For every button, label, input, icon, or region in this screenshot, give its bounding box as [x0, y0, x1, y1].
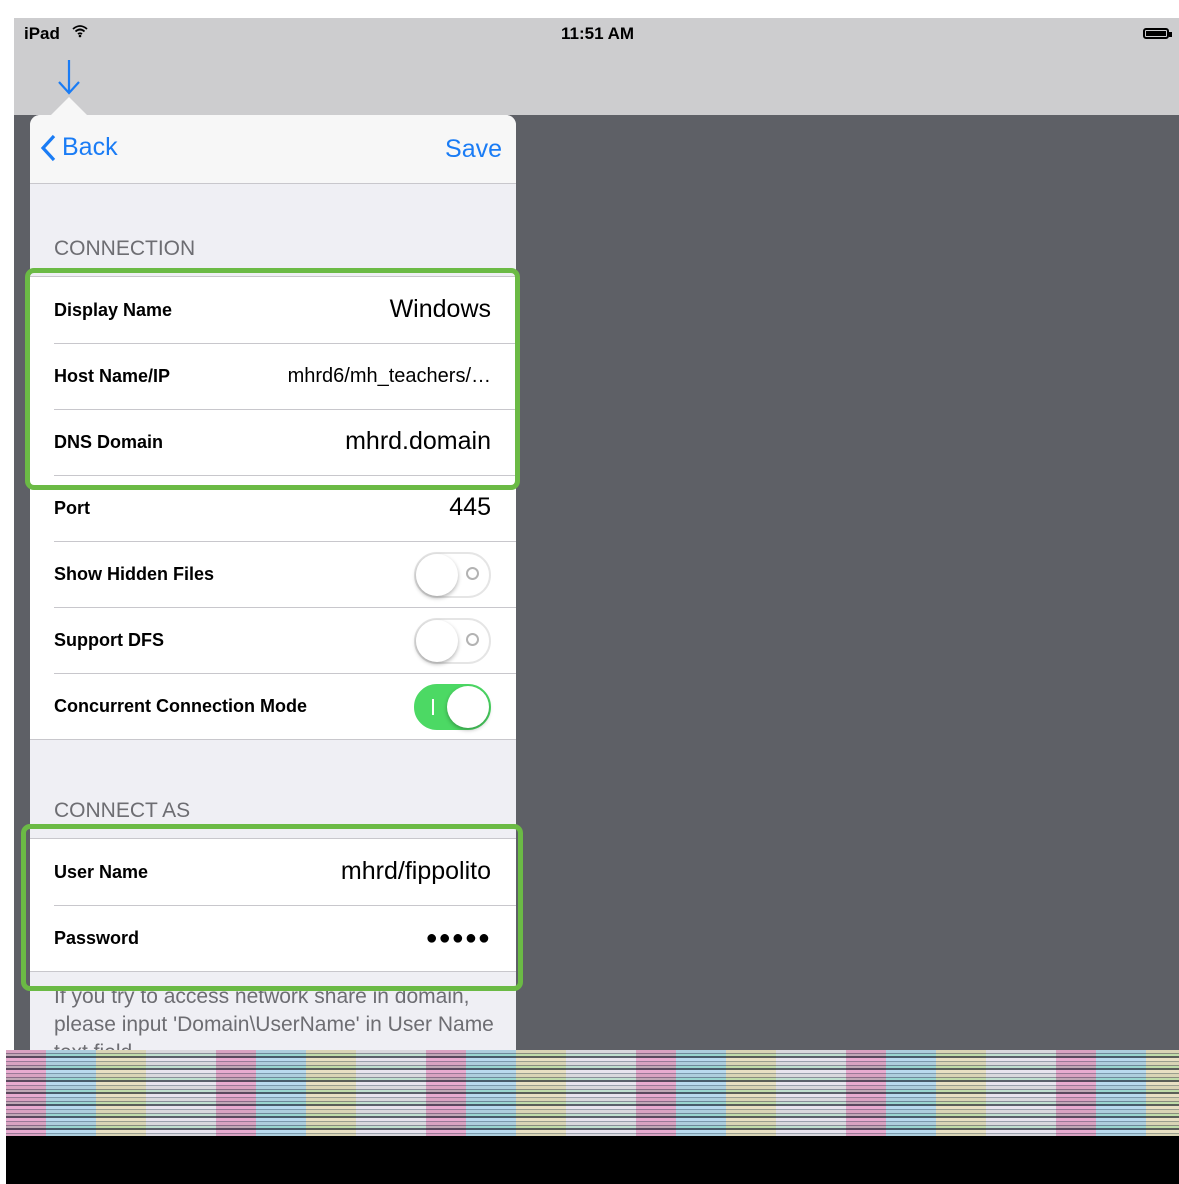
show-hidden-files-toggle[interactable]	[414, 552, 491, 598]
support-dfs-row: Support DFS	[30, 607, 516, 673]
concurrent-connection-row: Concurrent Connection Mode	[30, 673, 516, 739]
screenshot-left-border	[0, 0, 14, 1184]
connect-as-highlight-box	[21, 824, 523, 991]
concurrent-connection-toggle[interactable]	[414, 684, 491, 730]
battery-icon	[1143, 28, 1172, 39]
back-button[interactable]: Back	[40, 133, 118, 162]
back-label: Back	[62, 133, 118, 161]
connection-section-header: CONNECTION	[54, 237, 196, 260]
show-hidden-files-row: Show Hidden Files	[30, 541, 516, 607]
popover-arrow	[51, 97, 87, 115]
port-label: Port	[54, 498, 90, 518]
concurrent-connection-label: Concurrent Connection Mode	[54, 696, 307, 716]
app-toolbar	[14, 50, 1179, 115]
connect-as-section-header: CONNECT AS	[54, 799, 191, 822]
rendering-glitch-overlay	[6, 1050, 1179, 1136]
black-bottom-bar	[6, 1136, 1179, 1184]
status-bar: iPad 11:51 AM	[14, 18, 1179, 50]
port-field[interactable]: 445	[449, 493, 491, 522]
wifi-icon	[72, 24, 88, 43]
connection-highlight-box	[25, 268, 520, 490]
support-dfs-label: Support DFS	[54, 630, 164, 650]
show-hidden-files-label: Show Hidden Files	[54, 564, 215, 584]
popover-navbar: Back Save	[30, 115, 516, 184]
download-arrow-icon[interactable]	[54, 58, 84, 98]
ipad-screen: iPad 11:51 AM Back Save CONNECTION Displ…	[14, 18, 1179, 1184]
screenshot-top-border	[0, 0, 1179, 18]
save-button[interactable]: Save	[445, 135, 502, 164]
support-dfs-toggle[interactable]	[414, 618, 491, 664]
carrier-label: iPad	[24, 24, 60, 43]
chevron-left-icon	[40, 134, 56, 161]
clock: 11:51 AM	[561, 24, 635, 43]
